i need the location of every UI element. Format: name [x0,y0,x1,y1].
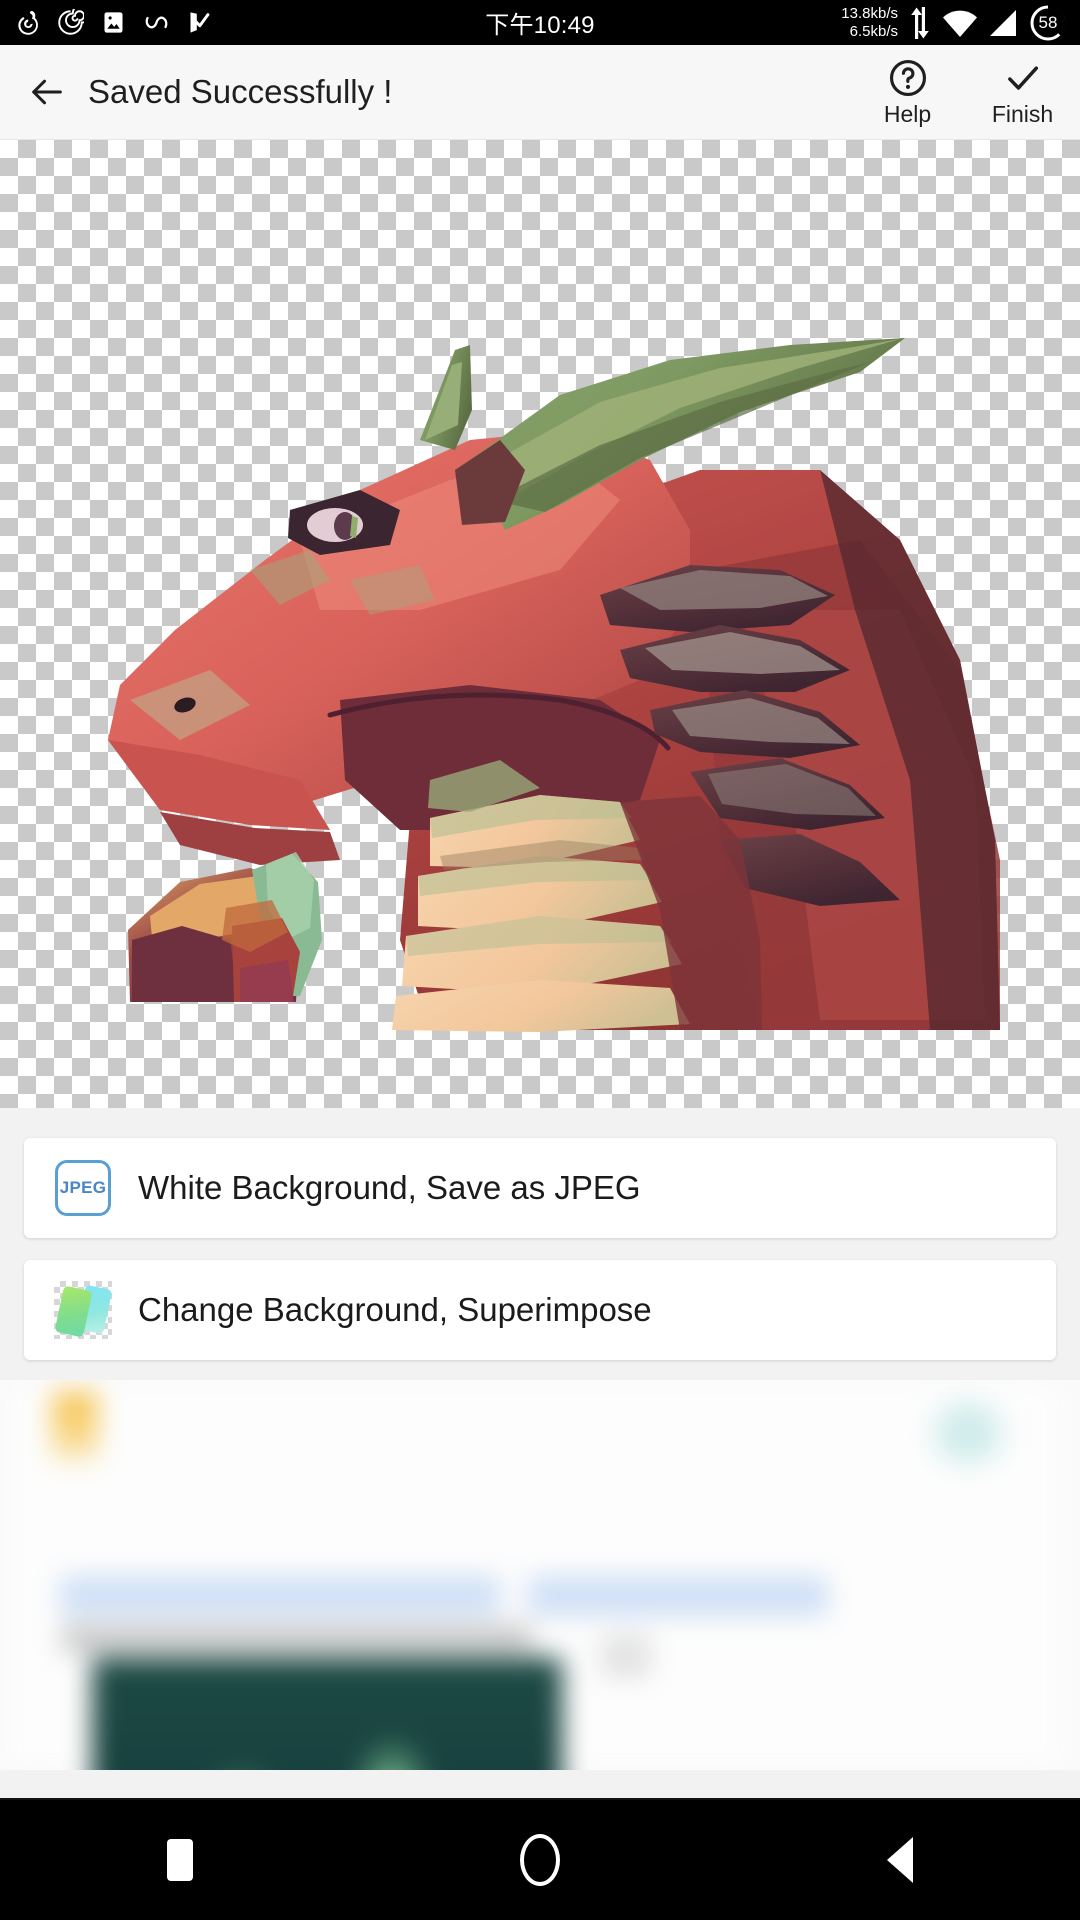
dragon-artwork [108,338,1000,1032]
ad-thumbnail-image [92,1658,562,1770]
ad-logo [928,1398,1008,1468]
cellular-signal-icon [990,9,1016,36]
nav-home-button[interactable] [360,1800,720,1920]
option-change-background-superimpose[interactable]: Change Background, Superimpose [24,1260,1056,1360]
ad-headline-line-1 [60,1576,500,1616]
circle-icon [520,1834,560,1886]
ad-accent-shape [600,1634,652,1678]
battery-icon: 58 [1028,3,1068,43]
ad-badge [52,1392,98,1462]
advertisement-blurred-content [0,1380,1080,1770]
app-bar: Saved Successfully ! Help Finish [0,45,1080,140]
nav-back-button[interactable] [720,1800,1080,1920]
android-navigation-bar [0,1800,1080,1920]
netease-music-icon [18,11,38,35]
finish-button[interactable]: Finish [965,45,1080,139]
arrow-left-icon [32,79,62,105]
page-title: Saved Successfully ! [88,73,393,110]
triangle-left-icon [887,1837,913,1883]
network-speed-down: 6.5kb/s [849,22,898,40]
help-circle-icon [889,59,926,96]
option-change-background-superimpose-label: Change Background, Superimpose [138,1291,652,1328]
data-transfer-icon [911,6,929,39]
layered-cards-icon [54,1281,112,1339]
help-button-label: Help [883,100,932,127]
back-button[interactable] [12,57,82,127]
ad-headline-line-2 [528,1576,828,1616]
status-bar: 下午10:49 13.8kb/s 6.5kb/s 58 [0,0,1080,45]
finish-button-label: Finish [991,100,1054,127]
option-white-background-jpeg[interactable]: JPEG White Background, Save as JPEG [24,1138,1056,1238]
layered-cards-badge [54,1281,112,1339]
check-icon [1007,65,1038,90]
checkmark-app-icon [190,12,210,33]
jpeg-badge-text: JPEG [55,1160,111,1216]
nav-recents-button[interactable] [0,1800,360,1920]
spiral-app-icon [58,9,84,35]
gallery-icon [104,12,123,33]
infinity-app-icon [145,16,168,29]
status-bar-system-icons: 13.8kb/s 6.5kb/s 58 [841,3,1080,43]
ad-subtext [62,1626,532,1652]
wifi-icon [943,10,977,37]
jpeg-badge-icon: JPEG [54,1159,112,1217]
status-bar-notification-icons [0,9,213,36]
help-button[interactable]: Help [850,45,965,139]
advertisement-banner[interactable] [0,1380,1080,1770]
app-bar-actions: Help Finish [850,45,1080,139]
network-speed-indicator: 13.8kb/s 6.5kb/s [841,5,898,40]
network-speed-up: 13.8kb/s [841,5,898,23]
option-white-background-jpeg-label: White Background, Save as JPEG [138,1169,641,1206]
image-canvas[interactable] [0,140,1080,1108]
square-icon [167,1839,193,1881]
battery-percent-label: 58 [1038,12,1058,32]
